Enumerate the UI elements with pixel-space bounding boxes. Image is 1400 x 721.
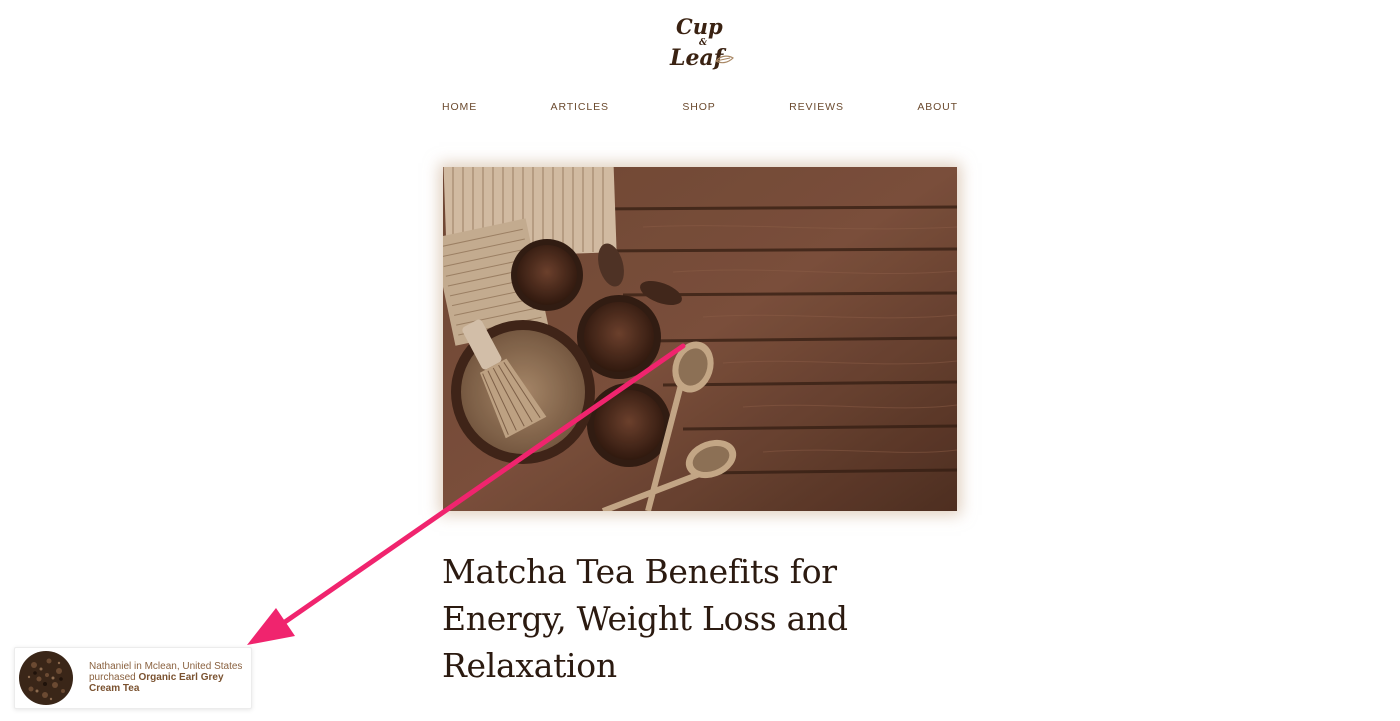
notification-message: Nathaniel in Mclean, United States purch… [89,661,249,694]
nav-item-shop[interactable]: SHOP [682,101,715,113]
hero-image [443,167,957,511]
page: Cup & Leaf HOME ARTICLES SHOP REVIEWS AB… [0,0,1400,721]
nav-item-reviews[interactable]: REVIEWS [789,101,844,113]
nav-item-about[interactable]: ABOUT [917,101,958,113]
logo-text-line2: Leaf [669,45,727,71]
site-logo[interactable]: Cup & Leaf [664,12,736,72]
product-thumbnail [19,651,73,705]
article-title[interactable]: Matcha Tea Benefits for Energy, Weight L… [442,548,962,689]
main-nav: HOME ARTICLES SHOP REVIEWS ABOUT [442,101,958,113]
nav-item-home[interactable]: HOME [442,101,477,113]
purchase-notification[interactable]: Nathaniel in Mclean, United States purch… [14,647,252,709]
nav-item-articles[interactable]: ARTICLES [551,101,609,113]
logo-text-line1: Cup [676,14,723,39]
